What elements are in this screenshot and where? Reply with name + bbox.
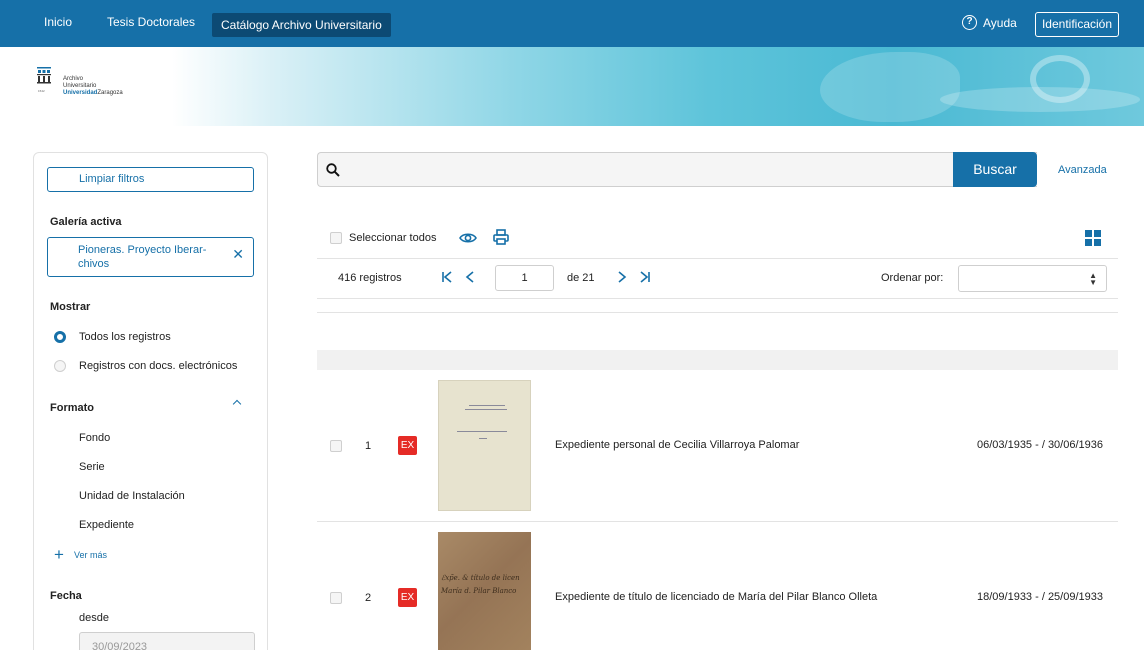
active-gallery-heading: Galería activa bbox=[50, 216, 122, 228]
logo-line: Universidad bbox=[63, 90, 98, 96]
handwriting-decoration: ℰxp̃e. & título de licen bbox=[441, 574, 520, 582]
format-item[interactable]: Unidad de Instalación bbox=[79, 490, 185, 502]
search-input[interactable] bbox=[317, 152, 1037, 187]
clear-filters-button[interactable]: Limpiar filtros bbox=[47, 167, 254, 192]
updown-chevron-icon: ▲ ▼ bbox=[1089, 271, 1097, 287]
result-dates: 18/09/1933 - / 25/09/1933 bbox=[977, 591, 1103, 603]
radio-icon[interactable] bbox=[54, 360, 66, 372]
eye-icon[interactable] bbox=[459, 231, 477, 245]
order-by-select[interactable]: ▲ ▼ bbox=[958, 265, 1107, 292]
select-all-label: Seleccionar todos bbox=[349, 232, 437, 244]
nav-link-tesis[interactable]: Tesis Doctorales bbox=[107, 15, 195, 29]
result-title[interactable]: Expediente de título de licenciado de Ma… bbox=[555, 591, 877, 603]
checkbox[interactable] bbox=[330, 232, 342, 244]
result-dates: 06/03/1935 - / 30/06/1936 bbox=[977, 439, 1103, 451]
show-option-label: Registros con docs. electrónicos bbox=[79, 360, 238, 372]
show-option-electronic[interactable]: Registros con docs. electrónicos bbox=[54, 360, 237, 372]
advanced-search-link[interactable]: Avanzada bbox=[1058, 164, 1107, 176]
logo[interactable]: Archivo Universitario UniversidadZaragoz… bbox=[33, 58, 173, 126]
close-icon[interactable]: ✕ bbox=[232, 247, 244, 261]
select-all-control[interactable]: Seleccionar todos bbox=[330, 232, 436, 244]
help-label: Ayuda bbox=[983, 15, 1017, 30]
result-title[interactable]: Expediente personal de Cecilia Villarroy… bbox=[555, 439, 799, 451]
format-item[interactable]: Serie bbox=[79, 461, 105, 473]
active-gallery-tag: Pioneras. Proyecto Iberar-chivos ✕ bbox=[47, 237, 254, 277]
next-page-icon[interactable] bbox=[617, 270, 627, 284]
filters-sidebar: Limpiar filtros Galería activa Pioneras.… bbox=[33, 152, 268, 650]
checkbox[interactable] bbox=[330, 440, 342, 452]
see-more-link[interactable]: + Ver más bbox=[54, 545, 107, 564]
date-heading: Fecha bbox=[50, 590, 82, 602]
document-thumbnail[interactable] bbox=[438, 380, 531, 511]
result-row[interactable]: 2 EX ℰxp̃e. & título de licen María d. P… bbox=[317, 522, 1118, 650]
previous-page-icon[interactable] bbox=[465, 270, 475, 284]
show-heading: Mostrar bbox=[50, 301, 91, 313]
help-link[interactable]: ? Ayuda bbox=[962, 15, 1017, 30]
records-count: 416 registros bbox=[338, 272, 402, 284]
document-thumbnail[interactable]: ℰxp̃e. & título de licen María d. Pilar … bbox=[438, 532, 531, 650]
grid-view-icon[interactable] bbox=[1085, 230, 1101, 246]
first-page-icon[interactable] bbox=[441, 270, 453, 284]
chevron-up-icon[interactable] bbox=[232, 399, 242, 409]
logo-text: Archivo Universitario UniversidadZaragoz… bbox=[63, 76, 123, 97]
logo-line: Zaragoza bbox=[97, 90, 123, 96]
order-by-label: Ordenar por: bbox=[881, 272, 944, 284]
search-button[interactable]: Buscar bbox=[953, 152, 1037, 187]
radio-selected-icon[interactable] bbox=[54, 331, 66, 343]
nav-link-inicio[interactable]: Inicio bbox=[44, 15, 72, 29]
date-from-label: desde bbox=[79, 612, 109, 624]
logo-line: Universitario bbox=[63, 83, 97, 89]
result-row[interactable]: 1 EX Expediente personal de Cecilia Vill… bbox=[317, 370, 1118, 522]
pagination-bar: 416 registros 1 de 21 Ordenar por: ▲ ▼ bbox=[317, 259, 1118, 299]
logo-line: Archivo bbox=[63, 76, 84, 82]
type-badge: EX bbox=[398, 436, 417, 455]
result-number: 2 bbox=[365, 592, 372, 604]
format-item[interactable]: Expediente bbox=[79, 519, 134, 531]
see-more-label: Ver más bbox=[73, 550, 107, 560]
format-heading[interactable]: Formato bbox=[50, 402, 94, 414]
page-number-input[interactable]: 1 bbox=[495, 265, 554, 291]
handwriting-decoration: María d. Pilar Blanco bbox=[441, 587, 517, 595]
checkbox[interactable] bbox=[330, 592, 342, 604]
result-number: 1 bbox=[365, 440, 372, 452]
plus-icon: + bbox=[54, 545, 64, 564]
banner-decoration bbox=[940, 87, 1140, 112]
show-option-all[interactable]: Todos los registros bbox=[54, 331, 171, 343]
nav-link-catalogo[interactable]: Catálogo Archivo Universitario bbox=[212, 13, 391, 37]
results-header-band bbox=[317, 350, 1118, 370]
top-nav-bar: Inicio Tesis Doctorales Catálogo Archivo… bbox=[0, 0, 1144, 47]
type-badge: EX bbox=[398, 588, 417, 607]
print-icon[interactable] bbox=[493, 229, 509, 245]
format-item[interactable]: Fondo bbox=[79, 432, 110, 444]
emblem-year: 1542 bbox=[38, 89, 45, 93]
search-icon bbox=[326, 163, 340, 177]
show-option-label: Todos los registros bbox=[79, 331, 171, 343]
last-page-icon[interactable] bbox=[639, 270, 651, 284]
total-pages: de 21 bbox=[567, 272, 595, 284]
divider bbox=[317, 299, 1118, 313]
login-button[interactable]: Identificación bbox=[1035, 12, 1119, 37]
question-icon: ? bbox=[962, 15, 977, 30]
results-toolbar: Seleccionar todos bbox=[317, 219, 1118, 259]
date-from-input[interactable]: 30/09/2023 bbox=[79, 632, 255, 650]
banner-decoration bbox=[820, 52, 960, 122]
active-gallery-label: Pioneras. Proyecto Iberar-chivos bbox=[78, 244, 207, 270]
university-emblem-icon bbox=[37, 67, 51, 84]
